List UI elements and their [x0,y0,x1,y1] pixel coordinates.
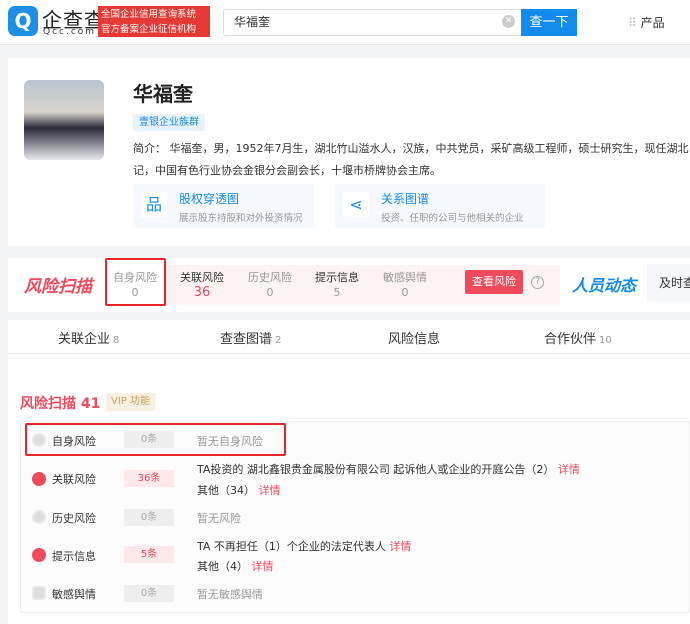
row-count: 5条 [124,546,174,563]
share-icon: ⋖ [343,192,369,218]
clear-icon[interactable]: ✕ [502,15,515,28]
row-count: 0条 [124,509,174,526]
feature-desc: 展示股东持股和对外投资情况 [179,213,303,224]
tab-graph[interactable]: 查查图谱 2 [220,328,281,347]
search-input[interactable]: 华福奎 [223,9,543,36]
risk-item-related[interactable]: 关联风险 36 [172,270,232,300]
detail-link[interactable]: 详情 [558,463,580,476]
row-text: 其他（4） 详情 [197,558,274,574]
search-button[interactable]: 查一下 [521,9,577,36]
row-label: 关联风险 [52,473,96,486]
people-dynamics-box[interactable]: 及时查 [647,264,690,302]
risk-value: 5 [333,286,341,299]
row-label: 敏感舆情 [52,588,96,601]
risk-value: 36 [193,285,211,300]
risk-value: 0 [266,286,274,299]
intro-line: 记，中国有色行业协会金银分会副会长，十堰市桥牌协会主席。 [133,164,441,177]
risk-item-sentiment[interactable]: 敏感舆情 0 [375,270,435,300]
row-label: 自身风险 [52,435,96,448]
qcc-logo-icon[interactable]: Q [8,6,38,36]
detail-link[interactable]: 详情 [252,560,274,573]
row-text-content: TA 不再担任（1）个企业的法定代表人 [197,540,386,553]
help-icon[interactable]: ? [531,276,544,289]
risk-item-self[interactable]: 自身风险 0 [105,270,165,300]
detail-link[interactable]: 详情 [259,484,281,497]
risk-item-hints[interactable]: 提示信息 5 [307,270,367,300]
intro-text: 简介： 华福奎，男，1952年7月生，湖北竹山溢水人，汉族，中共党员，采矿高级工… [133,138,690,182]
vip-badge: VIP 功能 [106,393,155,411]
tab-count: 10 [599,335,612,346]
tab-label: 风险信息 [388,332,441,347]
risk-label: 历史风险 [248,271,292,284]
view-risk-button[interactable]: 查看风险 [465,270,523,294]
risk-value: 0 [401,286,409,299]
intro-line: 简介： 华福奎，男，1952年7月生，湖北竹山溢水人，汉族，中共党员，采矿高级工… [133,142,689,155]
link-icon [32,472,46,486]
avatar [24,80,104,160]
row-text: TA 不再担任（1）个企业的法定代表人 详情 [197,538,411,554]
row-text: 暂无风险 [197,512,241,525]
equity-chart-card[interactable]: 品股权穿透图展示股东持股和对外投资情况 [133,184,315,228]
org-chart-icon: 品 [141,192,167,218]
tab-label: 关联企业 [58,332,111,347]
tab-partners[interactable]: 合作伙伴 10 [544,328,612,347]
risk-item-history[interactable]: 历史风险 0 [240,270,300,300]
risk-label: 关联风险 [180,271,224,284]
slogan-badge: 全国企业信用查询系统 官方备案企业征信机构 [98,6,210,37]
risk-label: 提示信息 [315,271,359,284]
feature-desc: 投资、任职的公司与他相关的企业 [381,213,524,224]
row-label: 提示信息 [52,550,96,563]
products-menu[interactable]: ⠿ 产品 [628,14,665,31]
products-label: 产品 [640,16,665,30]
tab-risk-info[interactable]: 风险信息 [388,328,440,347]
slogan-line: 全国企业信用查询系统 [101,9,197,20]
row-text-content: TA投资的 湖北鑫银贵金属股份有限公司 起诉他人或企业的开庭公告（2） [197,463,555,476]
row-text: TA投资的 湖北鑫银贵金属股份有限公司 起诉他人或企业的开庭公告（2） 详情 [197,461,580,477]
shield-icon [32,433,46,447]
history-icon [32,510,46,524]
tab-count: 2 [275,335,282,346]
tab-count: 8 [113,335,120,346]
relation-graph-card[interactable]: ⋖ 关系图谱投资、任职的公司与他相关的企业 [335,184,545,228]
row-count: 36条 [124,470,174,487]
tab-divider [8,353,690,354]
feature-title: 关系图谱 [381,192,430,206]
row-text: 暂无自身风险 [197,435,263,448]
row-count: 0条 [124,431,174,448]
message-icon [32,586,46,600]
location-pin-icon [32,548,46,562]
feature-title: 股权穿透图 [179,192,240,206]
grid-icon: ⠿ [628,16,641,30]
group-tag[interactable]: 壹银企业族群 [133,114,205,131]
row-text-content: 其他（4） [197,560,248,573]
row-label: 历史风险 [52,512,96,525]
people-dynamics-title[interactable]: 人员动态 [572,272,636,296]
risk-scan-title: 风险扫描 [24,277,92,297]
risk-label: 敏感舆情 [383,271,427,284]
row-text: 其他（34） 详情 [197,482,281,498]
person-name: 华福奎 [133,82,193,106]
detail-link[interactable]: 详情 [389,540,411,553]
risk-value: 0 [131,286,139,299]
tab-label: 合作伙伴 [544,332,597,347]
risk-label: 自身风险 [113,271,157,284]
tab-label: 查查图谱 [220,332,273,347]
row-count: 0条 [124,585,174,602]
row-text-content: 其他（34） [197,484,255,497]
slogan-line: 官方备案企业征信机构 [101,24,197,35]
scan-section-title: 风险扫描 41 [20,396,101,412]
tab-related-companies[interactable]: 关联企业 8 [58,328,119,347]
row-text: 暂无敏感舆情 [197,588,263,601]
logo-sub: Qcc.com [43,27,97,37]
